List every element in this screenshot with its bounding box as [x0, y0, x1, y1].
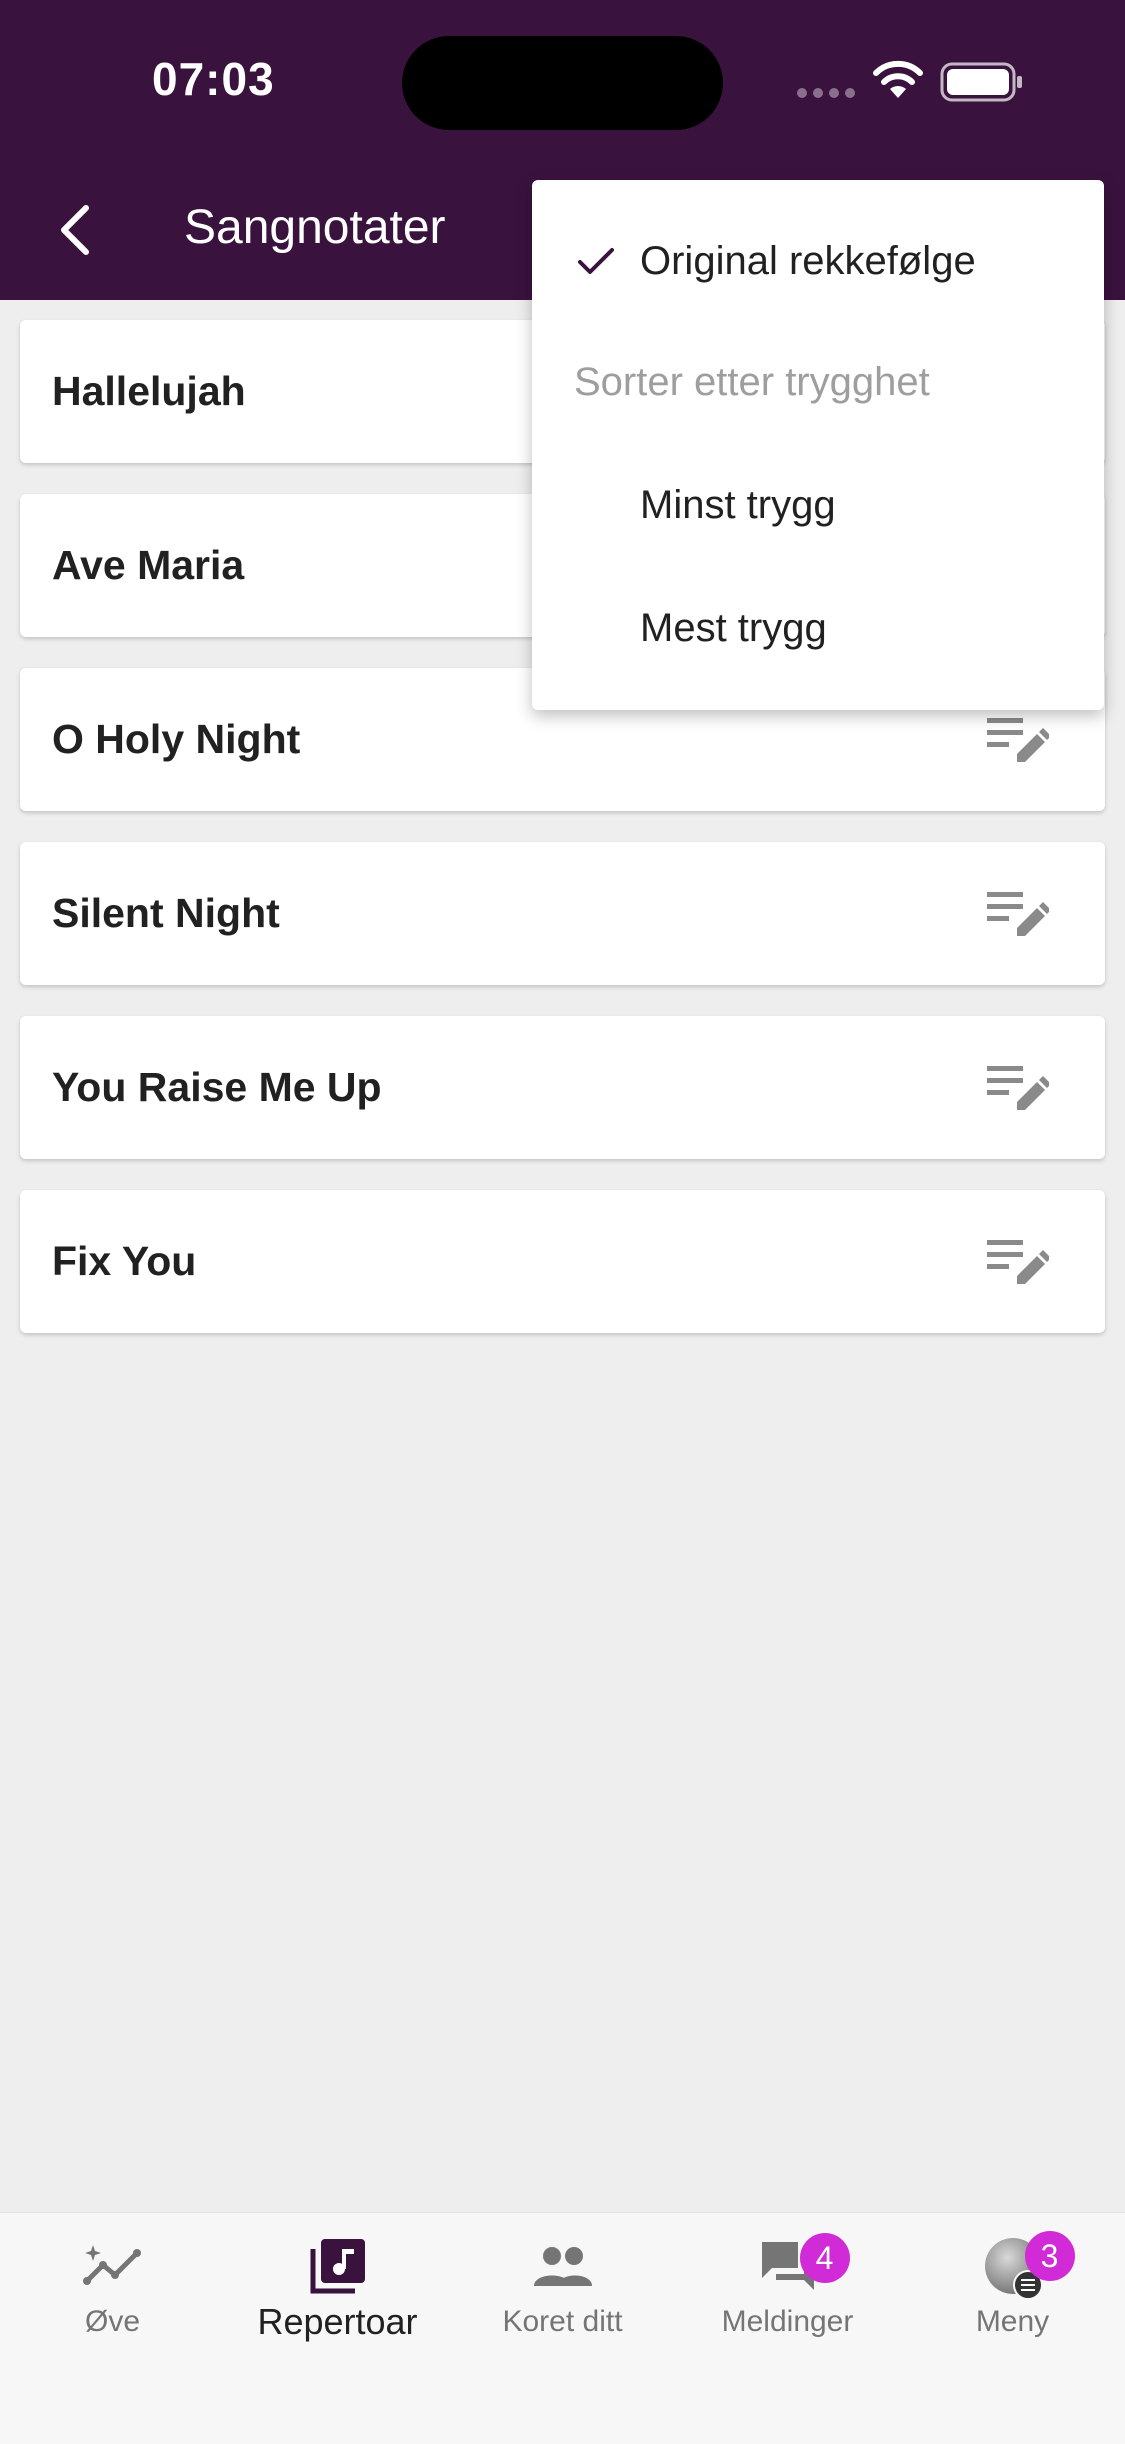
- song-title: Ave Maria: [52, 542, 245, 588]
- sort-menu: Original rekkefølge Sorter etter trygghe…: [532, 180, 1104, 710]
- menu-item-least-confident[interactable]: Minst trygg: [532, 450, 1104, 560]
- nav-item-practice[interactable]: Øve: [0, 2213, 225, 2373]
- group-icon: [533, 2247, 592, 2286]
- check-icon: [578, 248, 614, 274]
- song-card[interactable]: You Raise Me Up: [20, 1016, 1105, 1159]
- menu-item-label: Original rekkefølge: [640, 238, 976, 283]
- page-title: Sangnotater: [184, 201, 446, 254]
- nav-label: Øve: [84, 2305, 141, 2338]
- song-title: Silent Night: [52, 890, 280, 936]
- sparkle-chart-icon: [82, 2245, 141, 2285]
- song-title: Hallelujah: [52, 368, 246, 414]
- cellular-signal-icon: [797, 88, 855, 98]
- menu-item-original-order[interactable]: Original rekkefølge: [532, 206, 1104, 316]
- music-library-icon: [310, 2239, 365, 2294]
- notification-badge: 3: [1024, 2231, 1075, 2281]
- menu-section-header: Sorter etter trygghet: [574, 360, 930, 404]
- menu-item-label: Mest trygg: [640, 605, 827, 650]
- nav-label: Repertoar: [257, 2301, 418, 2342]
- back-button[interactable]: [40, 190, 110, 270]
- nav-item-choir[interactable]: Koret ditt: [450, 2213, 675, 2373]
- wifi-icon: [873, 60, 923, 98]
- nav-item-repertoire[interactable]: Repertoar: [225, 2213, 450, 2373]
- nav-label: Meldinger: [721, 2305, 854, 2338]
- song-title: You Raise Me Up: [52, 1064, 382, 1110]
- song-card[interactable]: Fix You: [20, 1190, 1105, 1333]
- song-title: O Holy Night: [52, 716, 301, 762]
- nav-item-menu[interactable]: 3 Meny: [900, 2213, 1125, 2373]
- dynamic-island: [402, 36, 723, 130]
- status-time: 07:03: [152, 53, 275, 105]
- menu-item-most-confident[interactable]: Mest trygg: [532, 573, 1104, 683]
- bottom-navigation: Øve Repertoar Koret ditt 4 Meldinger 3 M…: [0, 2212, 1125, 2444]
- nav-label: Meny: [975, 2305, 1050, 2338]
- edit-notes-icon[interactable]: [987, 1234, 1049, 1290]
- edit-notes-icon[interactable]: [987, 886, 1049, 942]
- nav-label: Koret ditt: [502, 2305, 623, 2338]
- edit-notes-icon[interactable]: [987, 1060, 1049, 1116]
- edit-notes-icon[interactable]: [987, 712, 1049, 768]
- unread-badge: 4: [799, 2233, 850, 2283]
- song-card[interactable]: Silent Night: [20, 842, 1105, 985]
- nav-item-messages[interactable]: 4 Meldinger: [675, 2213, 900, 2373]
- battery-icon: [940, 62, 1022, 102]
- song-title: Fix You: [52, 1238, 197, 1284]
- chevron-left-icon: [61, 205, 89, 255]
- menu-item-label: Minst trygg: [640, 482, 836, 527]
